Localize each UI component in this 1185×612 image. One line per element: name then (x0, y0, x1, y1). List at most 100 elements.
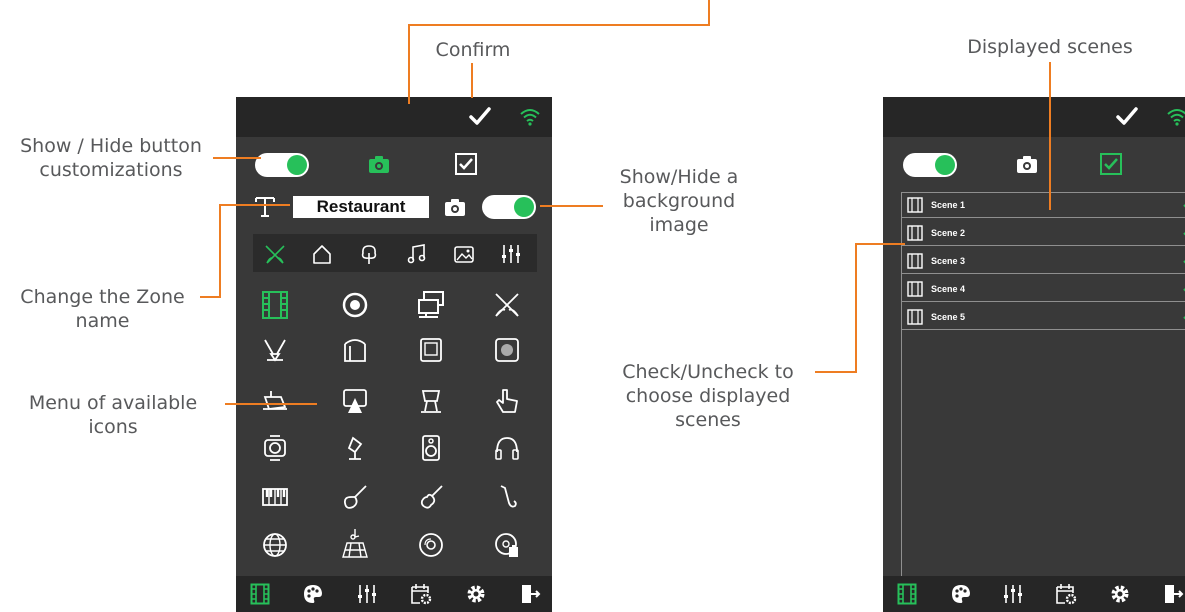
callout-text: choose displayed (625, 385, 791, 407)
list-item[interactable]: Scene 2 (902, 221, 1185, 246)
scene-label: Scene 1 (931, 200, 966, 210)
palette-icon[interactable] (950, 583, 972, 605)
callout-line (408, 24, 710, 26)
callout-text: scenes (675, 409, 741, 431)
sliders-icon[interactable] (500, 243, 522, 265)
hand-pointer-icon[interactable] (493, 387, 521, 415)
scene-label: Scene 3 (931, 256, 966, 266)
callout-text: Menu of available (28, 392, 198, 414)
film-icon (907, 253, 923, 269)
sliders-icon[interactable] (1002, 583, 1024, 605)
tree-icon[interactable] (358, 243, 380, 265)
list-item[interactable]: Scene 3 (902, 249, 1185, 274)
callout-text: name (75, 310, 130, 332)
callout-confirm: Confirm (418, 38, 528, 62)
speaker-grille-icon[interactable] (493, 336, 521, 364)
moving-head-icon[interactable] (417, 387, 445, 415)
callout-line (815, 371, 857, 373)
wifi-icon (1167, 109, 1185, 126)
disc-hand-icon[interactable] (493, 531, 521, 559)
target-icon[interactable] (341, 291, 369, 319)
checkbox-icon[interactable] (1100, 153, 1122, 175)
screens-icon[interactable] (417, 290, 445, 320)
dance-floor-icon[interactable] (341, 527, 369, 559)
callout-text: icons (88, 416, 138, 438)
right-phone: Scene 1 Scene 2 Scene 3 Scene 4 Scene 5 (883, 97, 1185, 612)
scene-label: Scene 5 (931, 312, 966, 322)
bottom-nav (883, 576, 1185, 612)
callout-text: background (622, 190, 736, 212)
checkbox-icon[interactable] (455, 153, 477, 175)
tools-icon[interactable] (493, 290, 521, 320)
palette-icon[interactable] (302, 583, 324, 605)
film-icon (907, 225, 923, 241)
spotlights-icon[interactable] (261, 336, 289, 364)
callout-displayed-scenes: Displayed scenes (940, 35, 1160, 59)
film-icon (907, 197, 923, 213)
top-bar (236, 97, 552, 137)
callout-line (219, 204, 221, 298)
speaker-icon[interactable] (417, 434, 445, 462)
music-icon[interactable] (406, 243, 428, 265)
callout-text: Displayed scenes (967, 36, 1133, 58)
spot-lamp-icon[interactable] (261, 387, 289, 415)
zone-name-input[interactable]: Restaurant (293, 196, 429, 218)
callout-line (219, 204, 290, 206)
sliders-icon[interactable] (356, 583, 378, 605)
projection-icon[interactable] (341, 387, 369, 415)
cylinder-icon[interactable] (341, 336, 369, 364)
guitar-icon[interactable] (341, 483, 369, 511)
piano-icon[interactable] (261, 483, 289, 511)
exit-icon[interactable] (1162, 583, 1184, 605)
background-toggle[interactable] (482, 195, 536, 219)
bottom-nav (236, 576, 552, 612)
gear-icon[interactable] (465, 583, 487, 605)
calendar-gear-icon[interactable] (410, 583, 432, 605)
home-icon[interactable] (311, 243, 333, 265)
camera-icon[interactable] (444, 197, 466, 217)
callout-show-hide-customizations: Show / Hide button customizations (0, 134, 222, 182)
wifi-icon (520, 109, 540, 126)
confirm-check-icon[interactable] (468, 106, 492, 128)
customizations-toggle[interactable] (903, 153, 957, 177)
beacon-icon[interactable] (341, 434, 369, 462)
callout-text: Confirm (435, 39, 511, 61)
callout-line (408, 24, 410, 104)
tools-icon[interactable] (264, 243, 286, 265)
callout-line (1049, 62, 1051, 210)
callout-menu-icons: Menu of available icons (0, 391, 226, 439)
globe-icon[interactable] (261, 531, 289, 559)
calendar-gear-icon[interactable] (1055, 583, 1077, 605)
callout-change-zone-name: Change the Zone name (0, 285, 205, 333)
callout-line (471, 63, 473, 98)
callout-show-hide-background: Show/Hide a background image (594, 165, 764, 237)
callout-text: Show / Hide button (20, 135, 202, 157)
callout-line (708, 0, 710, 26)
scene-label: Scene 4 (931, 284, 966, 294)
film-icon[interactable] (261, 290, 289, 320)
film-icon[interactable] (897, 583, 917, 605)
fresnel-icon[interactable] (261, 434, 289, 462)
film-icon[interactable] (250, 583, 270, 605)
headphones-icon[interactable] (493, 434, 521, 462)
disc-icon[interactable] (417, 531, 445, 559)
customizations-toggle[interactable] (255, 153, 309, 177)
camera-icon[interactable] (1016, 154, 1038, 174)
exit-icon[interactable] (519, 583, 541, 605)
gear-icon[interactable] (1109, 583, 1131, 605)
photo-icon[interactable] (453, 243, 475, 265)
camera-icon[interactable] (368, 154, 390, 174)
callout-text: Show/Hide a (619, 166, 739, 188)
violin-icon[interactable] (417, 483, 445, 511)
callout-line (855, 243, 905, 245)
list-item[interactable]: Scene 1 (902, 193, 1185, 218)
list-item[interactable]: Scene 5 (902, 305, 1185, 330)
saxophone-icon[interactable] (493, 483, 521, 511)
scene-list: Scene 1 Scene 2 Scene 3 Scene 4 Scene 5 (901, 192, 1185, 589)
film-icon (907, 309, 923, 325)
callout-text: customizations (39, 159, 183, 181)
projector-screen-icon[interactable] (417, 336, 445, 364)
list-item[interactable]: Scene 4 (902, 277, 1185, 302)
confirm-check-icon[interactable] (1115, 106, 1139, 128)
film-icon (907, 281, 923, 297)
